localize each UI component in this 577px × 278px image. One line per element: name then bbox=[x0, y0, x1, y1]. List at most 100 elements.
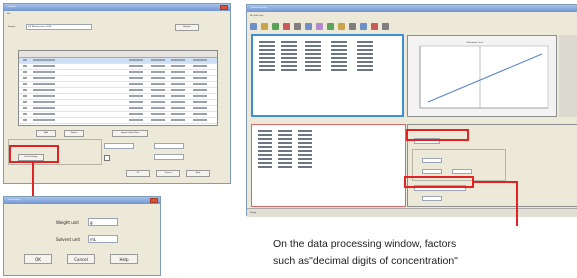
result-cell bbox=[258, 166, 272, 168]
table-cell bbox=[171, 65, 185, 67]
table-cell bbox=[33, 107, 55, 109]
toolbar-icon[interactable] bbox=[349, 23, 356, 30]
delete-button[interactable]: Delete bbox=[64, 130, 84, 137]
plot-area bbox=[419, 45, 549, 109]
data-cell bbox=[281, 65, 297, 67]
toolbar-icon[interactable] bbox=[283, 23, 290, 30]
data-cell bbox=[357, 41, 373, 43]
sample-name-field[interactable]: ICP Measurement 2008 bbox=[26, 24, 92, 30]
table-cell bbox=[171, 119, 185, 121]
table-row[interactable] bbox=[19, 118, 217, 124]
setting-field-c[interactable] bbox=[452, 169, 472, 174]
result-cell bbox=[298, 166, 312, 168]
result-cell bbox=[278, 158, 292, 160]
toolbar-icon[interactable] bbox=[360, 23, 367, 30]
menu-bar: File bbox=[7, 13, 11, 15]
table-cell bbox=[193, 101, 207, 103]
result-cell bbox=[258, 130, 272, 132]
result-cell bbox=[258, 162, 272, 164]
toolbar-icon[interactable] bbox=[371, 23, 378, 30]
table-cell bbox=[193, 77, 207, 79]
table-cell bbox=[171, 107, 185, 109]
caption-line-2: such as"decimal digits of concentration" bbox=[273, 255, 458, 267]
option-field-3[interactable] bbox=[154, 154, 184, 160]
table-cell bbox=[193, 71, 207, 73]
data-cell bbox=[281, 69, 297, 71]
table-cell bbox=[151, 83, 165, 85]
add-button[interactable]: Add bbox=[36, 130, 56, 137]
table-cell bbox=[151, 89, 165, 91]
dialog-title: Unit Setting bbox=[8, 199, 20, 201]
highlight-box-concentration-digits bbox=[404, 176, 474, 188]
caption-line-1: On the data processing window, factors bbox=[273, 238, 457, 250]
table-cell bbox=[23, 113, 27, 115]
toolbar-icon[interactable] bbox=[294, 23, 301, 30]
help-button[interactable]: Help bbox=[186, 170, 210, 177]
connector-line-right-vertical bbox=[516, 181, 518, 226]
option-field[interactable] bbox=[104, 143, 134, 149]
result-cell bbox=[258, 150, 272, 152]
data-cell bbox=[357, 57, 373, 59]
result-cell bbox=[278, 130, 292, 132]
table-cell bbox=[193, 95, 207, 97]
setting-field-b[interactable] bbox=[422, 169, 442, 174]
dialog-help-button[interactable]: Help bbox=[110, 254, 138, 264]
table-cell bbox=[129, 119, 143, 121]
window-title: Sample bbox=[8, 6, 16, 8]
table-cell bbox=[23, 101, 27, 103]
data-cell bbox=[281, 41, 297, 43]
dialog-ok-button[interactable]: OK bbox=[24, 254, 52, 264]
weight-unit-label: Weight unit bbox=[56, 220, 79, 225]
data-cell bbox=[305, 61, 321, 63]
data-table-panel bbox=[251, 34, 404, 117]
table-cell bbox=[151, 101, 165, 103]
import-label-button[interactable]: Import Label Data bbox=[112, 130, 148, 137]
toolbar-icon[interactable] bbox=[305, 23, 312, 30]
data-cell bbox=[331, 53, 347, 55]
title-bar bbox=[4, 4, 230, 11]
browse-button[interactable]: Browse bbox=[175, 24, 199, 31]
toolbar-icon[interactable] bbox=[272, 23, 279, 30]
data-cell bbox=[331, 41, 347, 43]
toolbar-icon[interactable] bbox=[327, 23, 334, 30]
table-cell bbox=[33, 113, 55, 115]
right-menu-bar: File Edit View bbox=[250, 15, 264, 17]
table-cell bbox=[193, 65, 207, 67]
ok-button[interactable]: OK bbox=[126, 170, 150, 177]
dialog-close-icon[interactable] bbox=[150, 198, 158, 203]
close-icon[interactable] bbox=[220, 5, 228, 10]
sample-table bbox=[18, 50, 218, 126]
dialog-cancel-button[interactable]: Cancel bbox=[67, 254, 95, 264]
results-panel bbox=[251, 124, 406, 207]
table-cell bbox=[151, 77, 165, 79]
data-cell bbox=[259, 45, 275, 47]
toolbar-icon[interactable] bbox=[250, 23, 257, 30]
data-cell bbox=[259, 53, 275, 55]
highlight-box-decimal-digits bbox=[406, 129, 469, 141]
toolbar-icon[interactable] bbox=[338, 23, 345, 30]
sample-name-label: Sample bbox=[8, 26, 16, 28]
toolbar-icon[interactable] bbox=[382, 23, 389, 30]
result-cell bbox=[258, 154, 272, 156]
result-cell bbox=[258, 142, 272, 144]
result-cell bbox=[298, 130, 312, 132]
setting-field-d[interactable] bbox=[422, 196, 442, 201]
table-cell bbox=[129, 107, 143, 109]
weight-unit-field[interactable]: g bbox=[88, 218, 118, 226]
result-cell bbox=[298, 146, 312, 148]
result-cell bbox=[278, 142, 292, 144]
volume-unit-field[interactable]: mL bbox=[88, 235, 118, 243]
setting-field-a[interactable] bbox=[422, 158, 442, 163]
toolbar-icon[interactable] bbox=[261, 23, 268, 30]
data-cell bbox=[331, 69, 347, 71]
table-cell bbox=[33, 59, 55, 61]
result-cell bbox=[278, 166, 292, 168]
toolbar-icon[interactable] bbox=[316, 23, 323, 30]
table-cell bbox=[129, 59, 143, 61]
dialog-title-bar bbox=[4, 197, 160, 204]
cancel-button[interactable]: Cancel bbox=[156, 170, 180, 177]
option-field-2[interactable] bbox=[154, 143, 184, 149]
checkbox[interactable] bbox=[104, 155, 110, 161]
toolbar bbox=[250, 22, 400, 32]
result-cell bbox=[258, 134, 272, 136]
